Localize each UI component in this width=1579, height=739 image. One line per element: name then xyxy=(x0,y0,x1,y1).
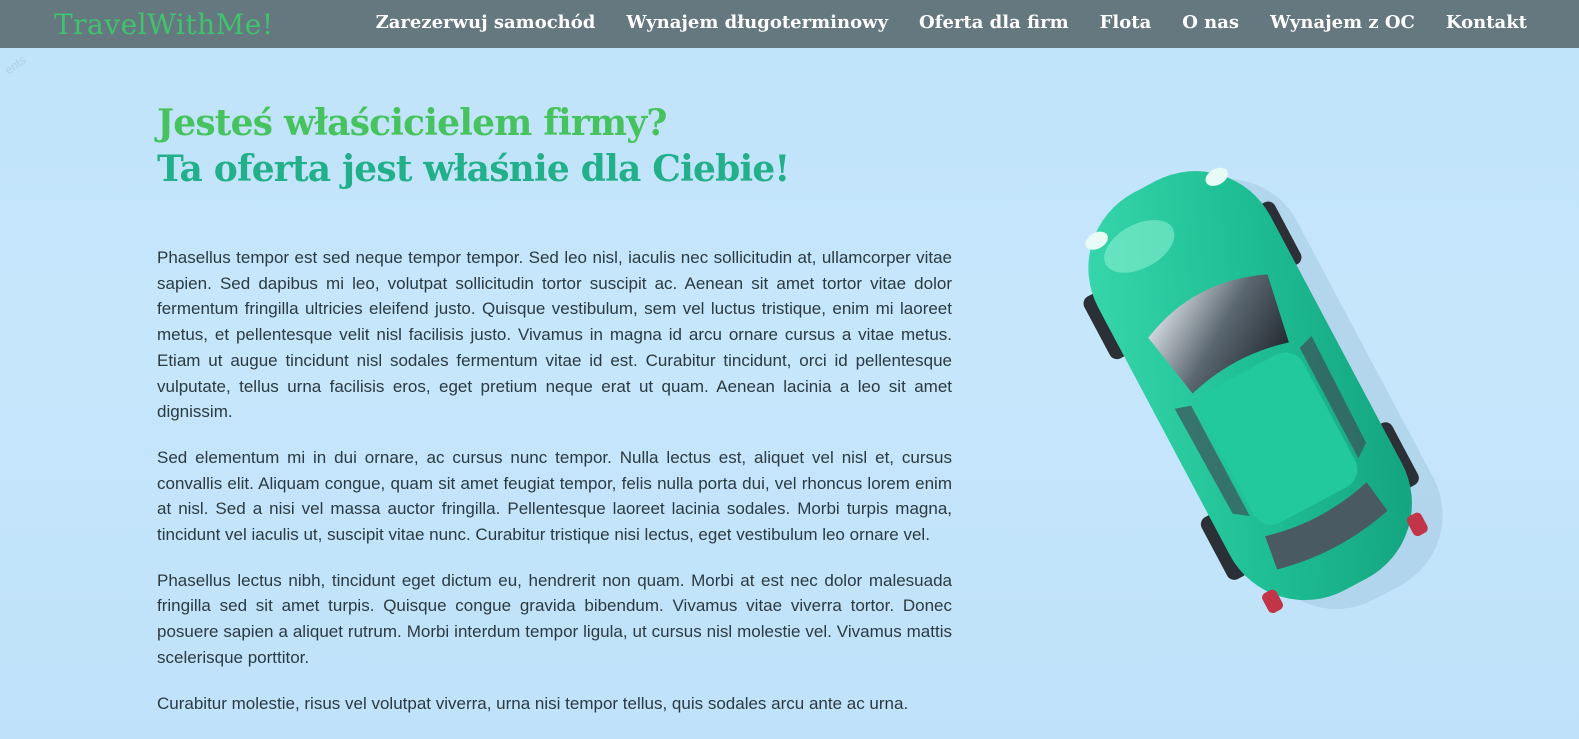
page-title-line2: Ta oferta jest właśnie dla Ciebie! xyxy=(157,148,790,190)
page-title: Jesteś właścicielem firmy? Ta oferta jes… xyxy=(157,100,957,192)
business-offer-content: Phasellus tempor est sed neque tempor te… xyxy=(157,245,952,736)
nav-item-rental-oc[interactable]: Wynajem z OC xyxy=(1270,12,1415,33)
nav-item-about-us[interactable]: O nas xyxy=(1182,12,1239,33)
site-logo[interactable]: TravelWithMe! xyxy=(54,8,274,41)
top-navbar: TravelWithMe! Zarezerwuj samochód Wynaje… xyxy=(0,0,1579,48)
content-paragraph: Phasellus tempor est sed neque tempor te… xyxy=(157,248,952,422)
nav-item-long-term-rental[interactable]: Wynajem długoterminowy xyxy=(626,12,888,33)
nav-item-fleet[interactable]: Flota xyxy=(1100,12,1152,33)
page-title-line1: Jesteś właścicielem firmy? xyxy=(157,102,668,144)
nav-item-business-offer[interactable]: Oferta dla firm xyxy=(919,12,1069,33)
main-nav: Zarezerwuj samochód Wynajem długotermino… xyxy=(376,12,1527,33)
nav-item-contact[interactable]: Kontakt xyxy=(1446,12,1527,33)
content-paragraph: Phasellus lectus nibh, tincidunt eget di… xyxy=(157,570,952,667)
background-watermark: ents xyxy=(2,52,29,78)
nav-item-reserve-car[interactable]: Zarezerwuj samochód xyxy=(376,12,596,33)
content-paragraph: Curabitur molestie, risus vel volutpat v… xyxy=(157,693,909,713)
toy-car-image xyxy=(1040,120,1460,640)
content-paragraph: Sed elementum mi in dui ornare, ac cursu… xyxy=(157,447,952,545)
